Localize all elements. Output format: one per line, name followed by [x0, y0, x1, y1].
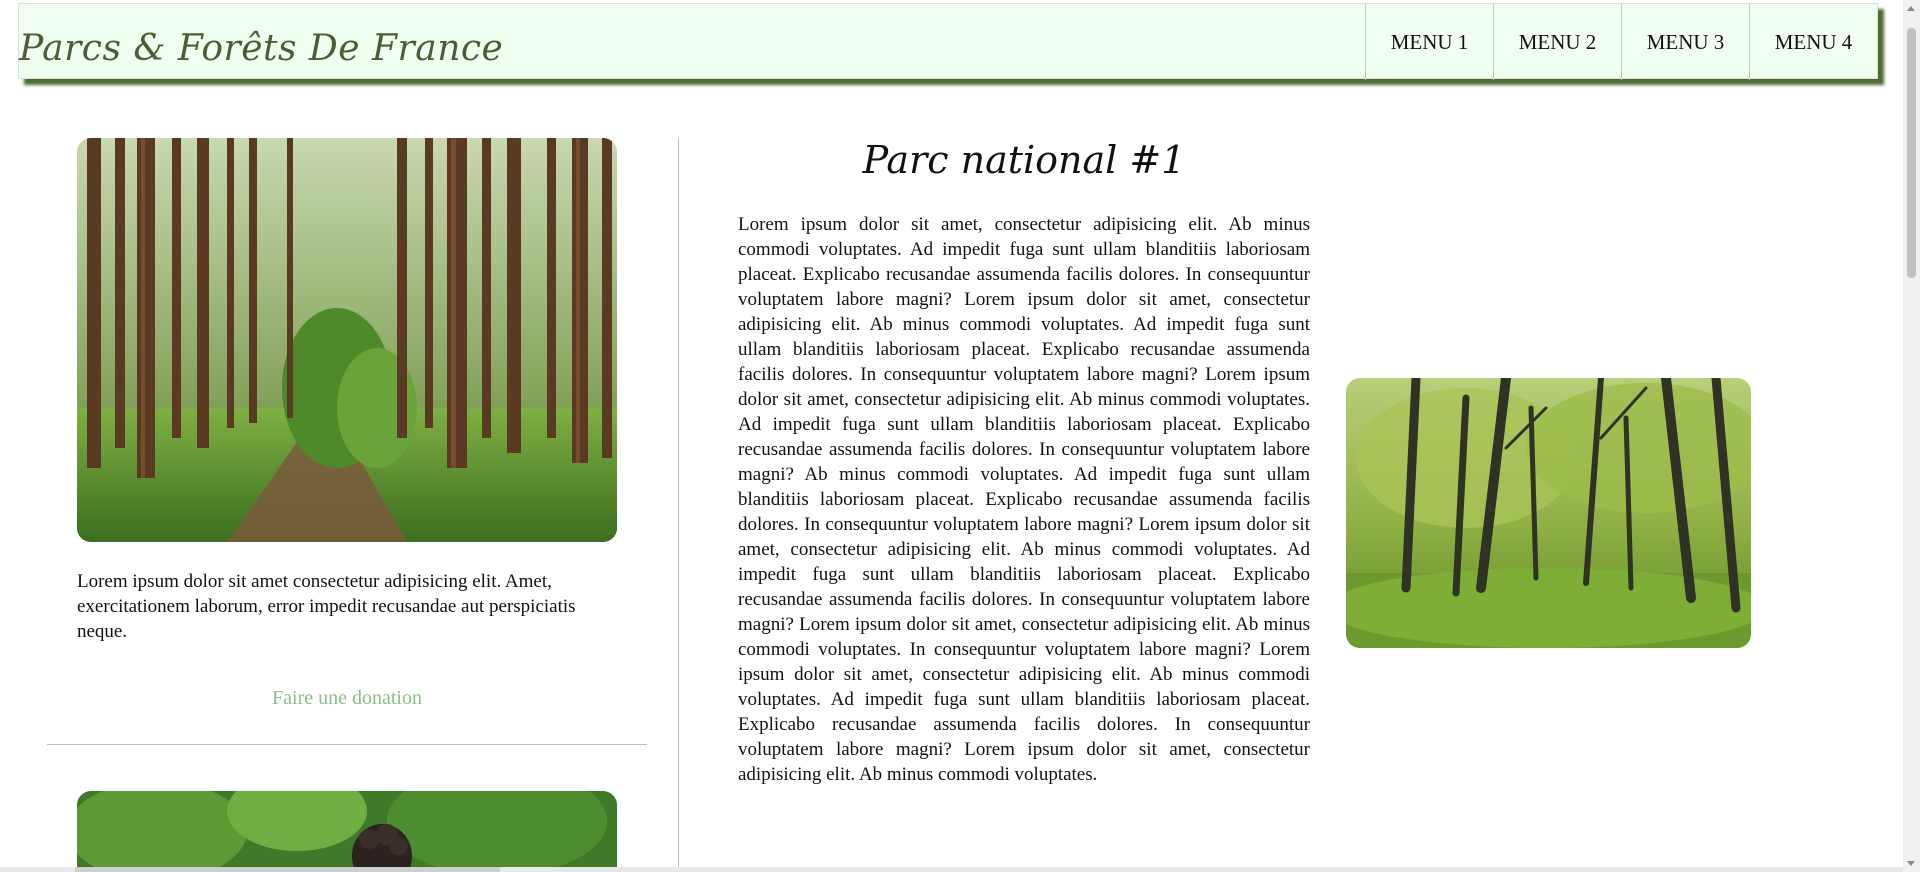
- site-title[interactable]: Parcs & Forêts De France: [19, 28, 503, 69]
- scroll-down-icon[interactable]: [1907, 861, 1915, 866]
- donate-link[interactable]: Faire une donation: [47, 687, 647, 710]
- column-divider: [678, 138, 679, 872]
- nav-menu-4[interactable]: MENU 4: [1749, 4, 1877, 80]
- site-header: Parcs & Forêts De France MENU 1 MENU 2 M…: [18, 3, 1878, 80]
- horizontal-scrollbar[interactable]: [0, 867, 1903, 872]
- pine-forest-image: [77, 138, 617, 542]
- article-body: Lorem ipsum dolor sit amet, consectetur …: [738, 214, 1310, 785]
- sidebar-description: Lorem ipsum dolor sit amet consectetur a…: [77, 571, 576, 642]
- vertical-scrollbar[interactable]: [1903, 0, 1920, 872]
- page-title: Parc national #1: [862, 138, 1186, 182]
- main-nav: MENU 1 MENU 2 MENU 3 MENU 4: [1365, 4, 1877, 80]
- forest-photo-image: [77, 791, 617, 872]
- green-forest-image: [1346, 378, 1751, 648]
- horizontal-scrollbar-thumb[interactable]: [75, 867, 500, 872]
- scroll-up-icon[interactable]: [1907, 6, 1915, 11]
- page: Parcs & Forêts De France MENU 1 MENU 2 M…: [0, 0, 1920, 872]
- nav-menu-2[interactable]: MENU 2: [1493, 4, 1621, 80]
- scrollbar-thumb[interactable]: [1907, 28, 1916, 278]
- sidebar-divider: [47, 744, 647, 745]
- nav-menu-3[interactable]: MENU 3: [1621, 4, 1749, 80]
- nav-menu-1[interactable]: MENU 1: [1365, 4, 1493, 80]
